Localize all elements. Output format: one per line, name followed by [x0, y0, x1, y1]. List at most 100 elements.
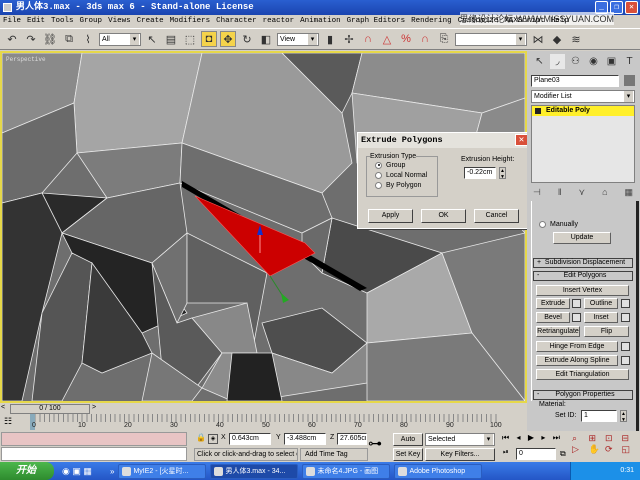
select-icon[interactable]: ↖: [144, 31, 160, 47]
align-icon[interactable]: ◆: [549, 31, 565, 47]
menu-animation[interactable]: Animation: [300, 15, 341, 28]
extrusion-height-input[interactable]: -0.22cm: [464, 167, 496, 179]
edit-triangulation-button[interactable]: Edit Triangulation: [536, 369, 629, 380]
task-3dsmax[interactable]: 男人体3.max - 34...: [210, 463, 299, 479]
menu-views[interactable]: Views: [108, 15, 131, 28]
menu-reactor[interactable]: reactor: [263, 15, 295, 28]
menu-file[interactable]: File: [3, 15, 21, 28]
task-myie2[interactable]: MyIE2 - [火星时...: [118, 463, 207, 479]
play-icon[interactable]: ▶: [528, 433, 534, 443]
menu-rendering[interactable]: Rendering: [411, 15, 452, 28]
display-tab-icon[interactable]: ▣: [604, 54, 619, 69]
mirror-icon[interactable]: ⋈: [530, 31, 546, 47]
start-button[interactable]: 开始: [0, 462, 54, 480]
extrude-settings-icon[interactable]: [572, 299, 581, 308]
hierarchy-tab-icon[interactable]: ⚇: [568, 54, 583, 69]
extrude-button[interactable]: Extrude: [536, 298, 570, 309]
spinner-snap-icon[interactable]: ∩: [417, 31, 433, 47]
remove-modifier-icon[interactable]: ⌂: [602, 187, 607, 198]
y-coord-input[interactable]: -3.488cm: [284, 433, 326, 445]
bevel-button[interactable]: Bevel: [536, 312, 570, 323]
redo-icon[interactable]: ↷: [23, 31, 39, 47]
radio-group[interactable]: Group: [375, 160, 437, 170]
fov-icon[interactable]: ▷: [572, 444, 589, 455]
bind-space-warp-icon[interactable]: ⌇: [80, 31, 96, 47]
set-id-input[interactable]: 1: [581, 410, 617, 422]
menu-help[interactable]: Help: [551, 15, 569, 28]
apply-button[interactable]: Apply: [368, 209, 413, 223]
pivot-icon[interactable]: ▮: [322, 31, 338, 47]
prev-frame-icon[interactable]: ◂: [517, 433, 521, 443]
layers-icon[interactable]: ≋: [568, 31, 584, 47]
menu-customize[interactable]: Customize: [458, 15, 499, 28]
insert-vertex-button[interactable]: Insert Vertex: [536, 285, 629, 296]
object-color-swatch[interactable]: [624, 75, 635, 86]
retriangulate-button[interactable]: Retriangulate: [536, 326, 580, 337]
rollout-edit-polygons[interactable]: - Edit Polygons: [533, 271, 633, 281]
time-slider-thumb[interactable]: 0 / 100: [10, 404, 90, 414]
modifier-list-dropdown[interactable]: Modifier List: [531, 90, 635, 103]
menu-graph-editors[interactable]: Graph Editors: [347, 15, 406, 28]
update-button[interactable]: Update: [553, 232, 611, 244]
object-name-input[interactable]: Plane03: [531, 75, 619, 87]
reference-coord-dropdown[interactable]: View: [277, 32, 319, 46]
time-config-icon[interactable]: ⧉: [560, 449, 566, 459]
next-frame-arrow-icon[interactable]: >: [92, 404, 96, 411]
selection-filter-dropdown[interactable]: All: [99, 32, 141, 46]
edit-named-sel-icon[interactable]: ⎘: [436, 31, 452, 47]
rollout-subdivision-displacement[interactable]: + Subdivision Displacement: [533, 258, 633, 268]
menu-group[interactable]: Group: [80, 15, 103, 28]
motion-tab-icon[interactable]: ◉: [586, 54, 601, 69]
close-button[interactable]: ✕: [625, 1, 638, 14]
rect-selection-icon[interactable]: ⬚: [182, 31, 198, 47]
menu-maxscript[interactable]: MAXScript: [504, 15, 545, 28]
hinge-from-edge-button[interactable]: Hinge From Edge: [536, 341, 618, 352]
pan-icon[interactable]: ✋: [589, 444, 606, 455]
current-frame-input[interactable]: 0: [516, 448, 556, 460]
orbit-icon[interactable]: ⟳: [605, 444, 622, 455]
create-tab-icon[interactable]: ↖: [532, 54, 547, 69]
radio-manually[interactable]: Manually: [539, 219, 578, 229]
set-key-button[interactable]: Set Key: [393, 448, 423, 461]
task-photoshop[interactable]: Adobe Photoshop: [394, 463, 483, 479]
rollout-polygon-properties[interactable]: - Polygon Properties: [533, 390, 633, 400]
move-icon[interactable]: ✥: [220, 31, 236, 47]
set-id-spinner[interactable]: ▲ ▼: [620, 410, 627, 423]
link-icon[interactable]: ⛓: [42, 31, 58, 47]
panel-scrollbar[interactable]: [636, 201, 639, 431]
cancel-button[interactable]: Cancel: [474, 209, 519, 223]
show-end-result-icon[interactable]: ‖: [558, 187, 562, 198]
bevel-settings-icon[interactable]: [572, 313, 581, 322]
menu-character[interactable]: Character: [216, 15, 257, 28]
auto-key-button[interactable]: Auto Key: [393, 433, 423, 455]
named-selection-dropdown[interactable]: [455, 32, 527, 46]
expand-icon[interactable]: [535, 108, 541, 114]
zoom-extents-icon[interactable]: ⊡: [605, 433, 622, 444]
z-coord-input[interactable]: 27.605cm: [337, 433, 367, 445]
inset-button[interactable]: Inset: [584, 312, 618, 323]
stack-item-editable-poly[interactable]: Editable Poly: [532, 106, 634, 116]
percent-snap-icon[interactable]: %: [398, 31, 414, 47]
menu-modifiers[interactable]: Modifiers: [170, 15, 211, 28]
set-key-icon[interactable]: ⊶: [368, 435, 382, 452]
menu-tools[interactable]: Tools: [51, 15, 74, 28]
viewport-label[interactable]: Perspective: [6, 56, 46, 63]
quick-launch-icons[interactable]: ◉ ▣ ▦: [62, 466, 102, 477]
clock[interactable]: 0:31: [620, 467, 634, 474]
outline-button[interactable]: Outline: [584, 298, 618, 309]
menu-create[interactable]: Create: [137, 15, 164, 28]
maxscript-output[interactable]: [1, 447, 187, 461]
zoom-all-icon[interactable]: ⊞: [589, 433, 606, 444]
next-frame-icon[interactable]: ▸: [541, 433, 545, 443]
manipulate-icon[interactable]: ✢: [341, 31, 357, 47]
ok-button[interactable]: OK: [421, 209, 466, 223]
key-filters-button[interactable]: Key Filters...: [425, 448, 495, 461]
key-mode-toggle-icon[interactable]: ⏯: [503, 449, 509, 457]
chevron-icon[interactable]: »: [110, 467, 114, 476]
key-mode-dropdown[interactable]: Selected: [425, 433, 495, 446]
task-paint[interactable]: 未命名4.JPG - 画图: [302, 463, 391, 479]
hinge-settings-icon[interactable]: [621, 342, 630, 351]
undo-icon[interactable]: ↶: [4, 31, 20, 47]
rotate-icon[interactable]: ↻: [239, 31, 255, 47]
modify-tab-icon[interactable]: ◞: [550, 54, 565, 69]
